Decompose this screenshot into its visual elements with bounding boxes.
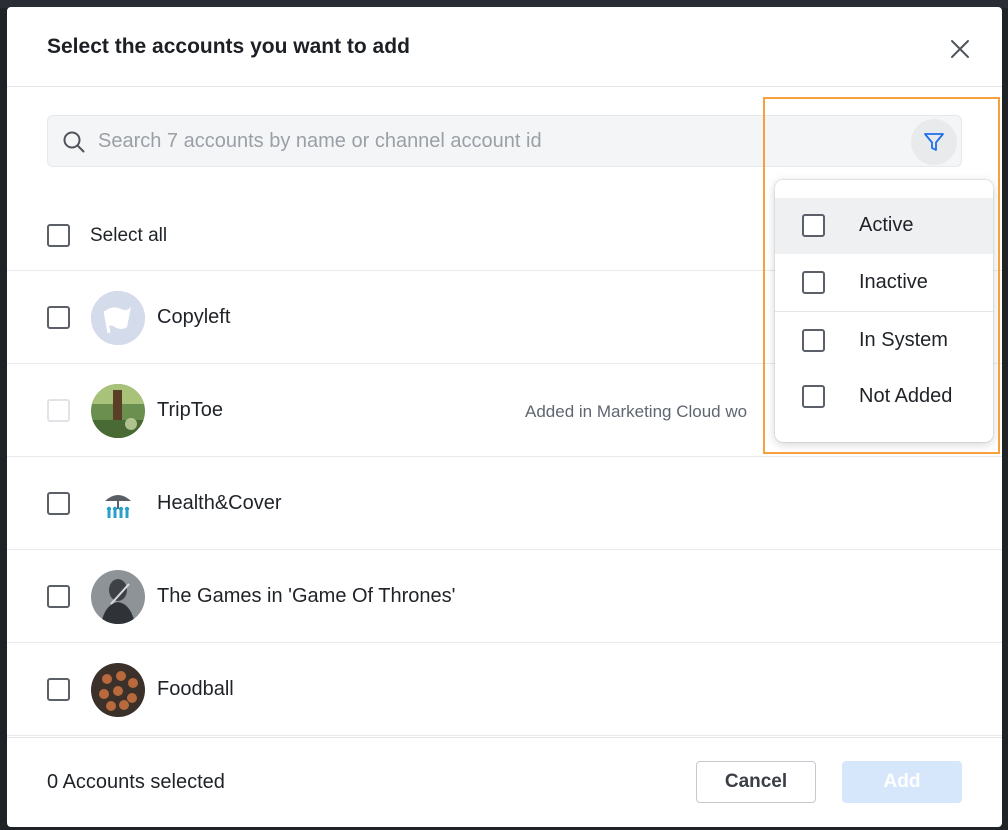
close-icon[interactable] bbox=[948, 37, 972, 61]
account-name: Copyleft bbox=[157, 306, 231, 328]
filter-dropdown: Active Inactive In System Not Added bbox=[775, 180, 993, 442]
account-status-note: Added in Marketing Cloud wo bbox=[525, 402, 748, 421]
filter-checkbox[interactable] bbox=[802, 271, 825, 294]
filter-option-in-system[interactable]: In System bbox=[775, 313, 993, 369]
select-all-checkbox[interactable] bbox=[47, 224, 70, 247]
avatar bbox=[91, 477, 145, 531]
search-icon bbox=[62, 130, 86, 154]
filter-option-label: Active bbox=[859, 214, 914, 236]
filter-option-label: Not Added bbox=[859, 385, 953, 407]
filter-checkbox[interactable] bbox=[802, 214, 825, 237]
filter-option-active[interactable]: Active bbox=[775, 198, 993, 254]
account-name: The Games in 'Game Of Thrones' bbox=[157, 585, 456, 607]
account-name: Foodball bbox=[157, 678, 234, 700]
row-checkbox[interactable] bbox=[47, 678, 70, 701]
avatar bbox=[91, 291, 145, 345]
avatar bbox=[91, 384, 145, 438]
filter-option-label: Inactive bbox=[859, 271, 928, 293]
modal-header: Select the accounts you want to add bbox=[7, 7, 1002, 87]
row-checkbox[interactable] bbox=[47, 585, 70, 608]
filter-option-label: In System bbox=[859, 329, 948, 351]
account-name: TripToe bbox=[157, 399, 223, 421]
add-button[interactable]: Add bbox=[842, 761, 962, 803]
filter-divider bbox=[775, 311, 993, 312]
modal-title: Select the accounts you want to add bbox=[47, 35, 410, 58]
select-all-label: Select all bbox=[90, 225, 168, 246]
modal-footer: 0 Accounts selected Cancel Add bbox=[7, 737, 1002, 827]
table-row[interactable]: Foodball bbox=[7, 643, 1002, 736]
filter-icon bbox=[924, 133, 944, 151]
filter-button[interactable] bbox=[911, 119, 957, 165]
filter-checkbox[interactable] bbox=[802, 329, 825, 352]
filter-checkbox[interactable] bbox=[802, 385, 825, 408]
selected-count: 0 Accounts selected bbox=[47, 771, 225, 793]
table-row[interactable]: The Games in 'Game Of Thrones' bbox=[7, 550, 1002, 643]
table-row[interactable]: Health&Cover bbox=[7, 457, 1002, 550]
search-input[interactable] bbox=[98, 116, 898, 166]
avatar bbox=[91, 663, 145, 717]
cancel-button[interactable]: Cancel bbox=[696, 761, 816, 803]
avatar bbox=[91, 570, 145, 624]
filter-option-not-added[interactable]: Not Added bbox=[775, 369, 993, 425]
account-name: Health&Cover bbox=[157, 492, 282, 514]
row-checkbox[interactable] bbox=[47, 492, 70, 515]
search-box bbox=[47, 115, 962, 167]
filter-option-inactive[interactable]: Inactive bbox=[775, 255, 993, 311]
row-checkbox[interactable] bbox=[47, 306, 70, 329]
row-checkbox-disabled bbox=[47, 399, 70, 422]
